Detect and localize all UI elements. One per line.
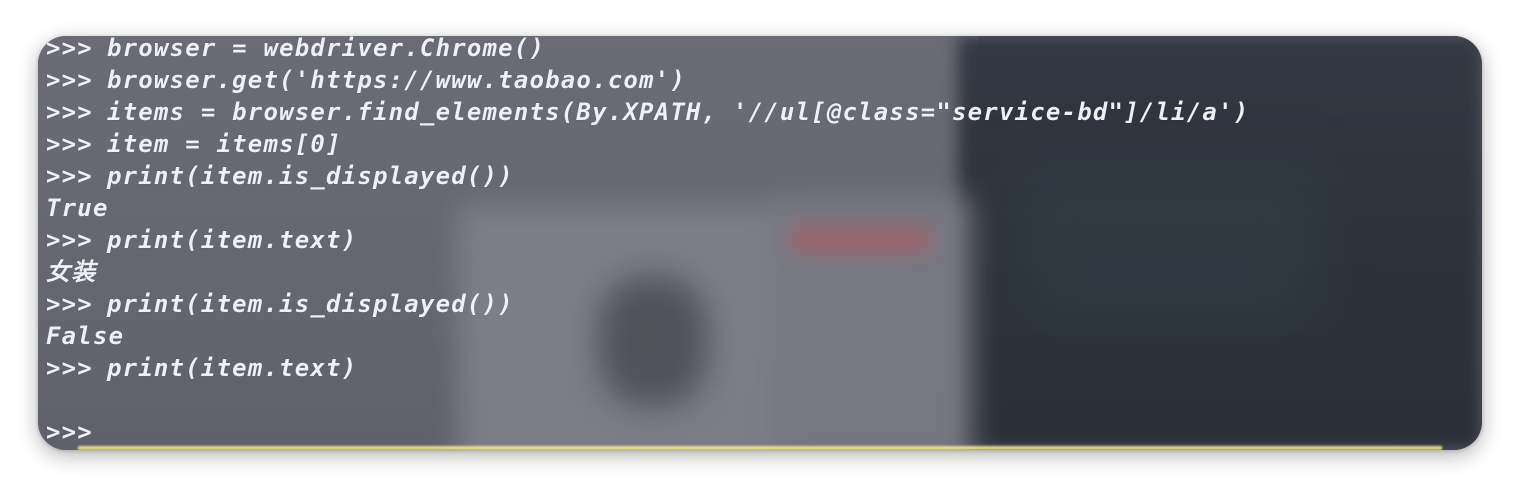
- terminal-input-line: >>> items = browser.find_elements(By.XPAT…: [46, 96, 1249, 128]
- terminal-input-line: >>>: [46, 416, 1249, 448]
- terminal-command-text: print(item.text): [106, 354, 358, 382]
- terminal-output-text: True: [46, 194, 109, 222]
- terminal-command-text: print(item.is_displayed()): [106, 290, 514, 318]
- terminal-command-text: items = browser.find_elements(By.XPATH, …: [106, 98, 1250, 126]
- terminal-input-line: >>> print(item.is_displayed()): [46, 288, 1249, 320]
- bottom-accent-bar: [78, 446, 1442, 450]
- terminal-output-line: 女装: [46, 256, 1249, 288]
- terminal-command-text: browser = webdriver.Chrome(): [106, 36, 546, 62]
- terminal-command-text: print(item.is_displayed()): [106, 162, 514, 190]
- terminal-window[interactable]: >>> browser = webdriver.Chrome() >>> browse…: [38, 36, 1482, 450]
- terminal-prompt: >>>: [46, 354, 93, 382]
- terminal-prompt: >>>: [46, 36, 93, 62]
- terminal-input-line: >>> print(item.is_displayed()): [46, 160, 1249, 192]
- terminal-output-text: 女装: [46, 258, 97, 286]
- terminal-prompt: >>>: [46, 226, 93, 254]
- terminal-input-line: >>> browser.get('https://www.taobao.com'): [46, 64, 1249, 96]
- terminal-command-text: item = items[0]: [106, 130, 342, 158]
- terminal-prompt: >>>: [46, 418, 93, 446]
- terminal-output[interactable]: >>> browser = webdriver.Chrome() >>> browse…: [46, 36, 1249, 448]
- terminal-prompt: >>>: [46, 162, 93, 190]
- terminal-input-line: >>> print(item.text): [46, 224, 1249, 256]
- terminal-output-line: False: [46, 320, 1249, 352]
- terminal-input-line: >>> print(item.text): [46, 352, 1249, 384]
- terminal-prompt: >>>: [46, 290, 93, 318]
- terminal-command-text: print(item.text): [106, 226, 358, 254]
- terminal-prompt: >>>: [46, 130, 93, 158]
- terminal-input-line: >>> item = items[0]: [46, 128, 1249, 160]
- terminal-prompt: >>>: [46, 66, 93, 94]
- terminal-output-text: False: [46, 322, 125, 350]
- terminal-command-text: browser.get('https://www.taobao.com'): [106, 66, 686, 94]
- terminal-input-line: >>> browser = webdriver.Chrome(): [46, 36, 1249, 64]
- terminal-prompt: >>>: [46, 98, 93, 126]
- terminal-output-line: True: [46, 192, 1249, 224]
